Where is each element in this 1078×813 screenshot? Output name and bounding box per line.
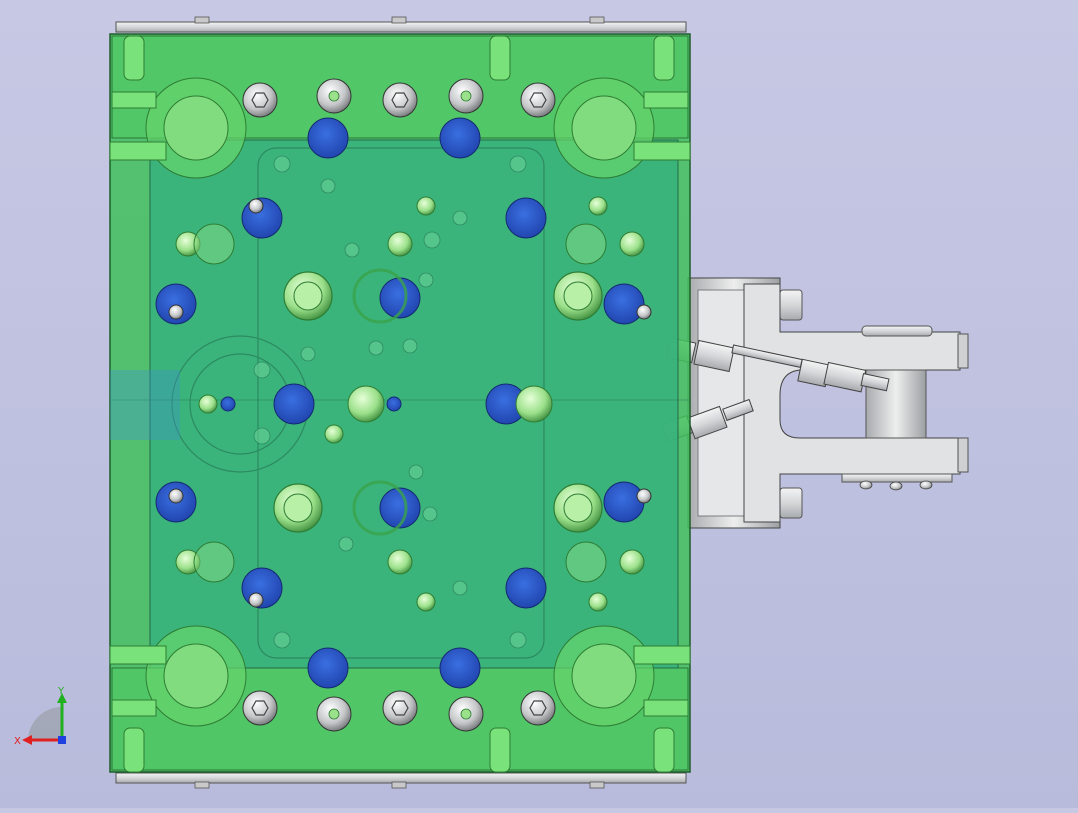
x-axis-label: X [14, 736, 21, 747]
side-bracket-assembly [687, 277, 969, 529]
cad-viewport[interactable]: X Y [0, 0, 1078, 808]
top-rail [115, 21, 687, 33]
mold-assembly-top-view[interactable] [0, 0, 1078, 808]
y-axis-label: Y [57, 686, 65, 697]
coordinate-triad: X Y [14, 686, 67, 747]
z-axis-marker [58, 736, 66, 744]
bottom-rail [115, 772, 687, 784]
